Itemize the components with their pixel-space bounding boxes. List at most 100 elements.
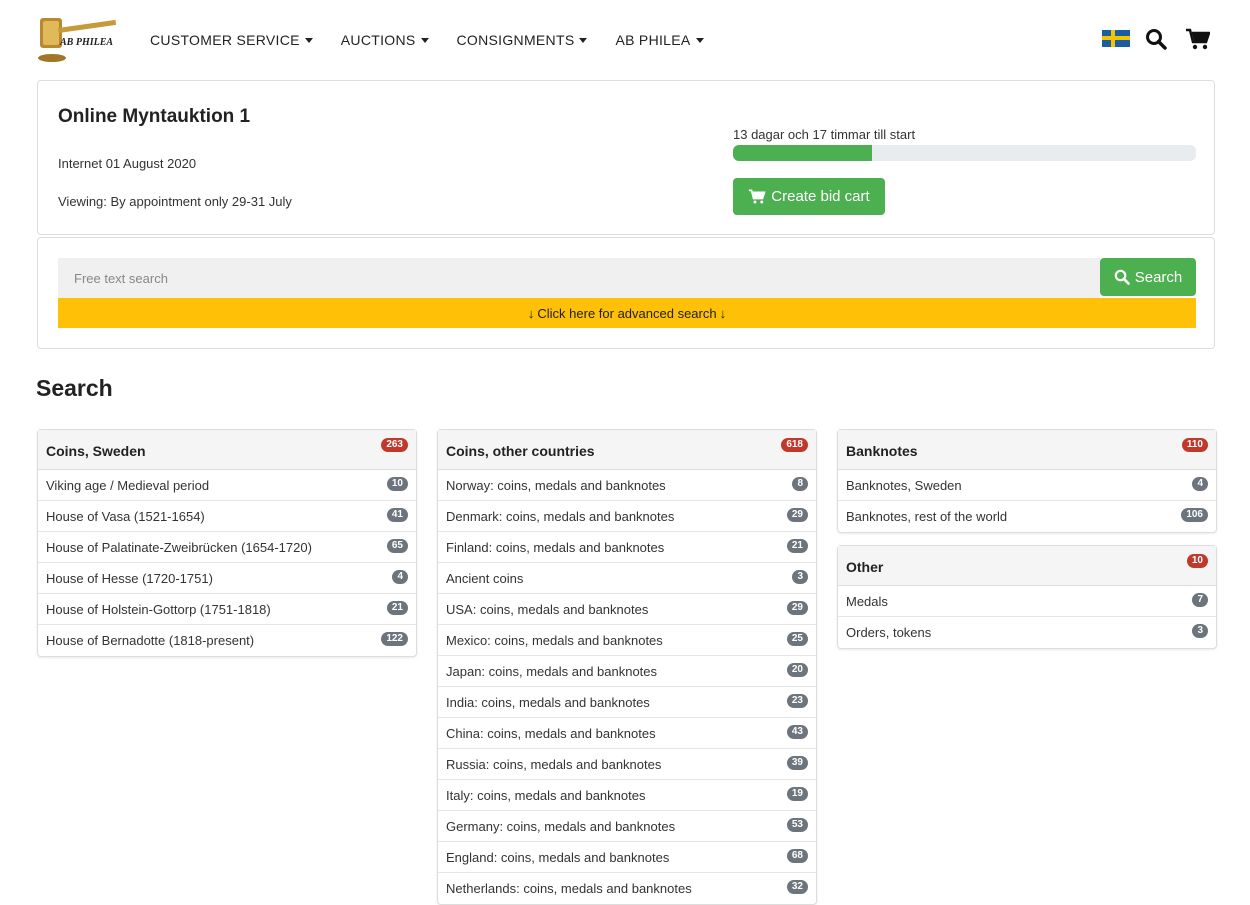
category-item-label: Viking age / Medieval period xyxy=(46,478,210,493)
category-panel-coins-sweden: Coins, Sweden 263 Viking age / Medieval … xyxy=(37,429,417,657)
category-item-label: Orders, tokens xyxy=(846,625,932,640)
category-item[interactable]: Orders, tokens 3 xyxy=(838,617,1216,648)
category-item-label: House of Bernadotte (1818-present) xyxy=(46,633,255,648)
count-badge: 19 xyxy=(786,787,808,801)
category-item-label: Ancient coins xyxy=(446,571,524,586)
category-item[interactable]: Finland: coins, medals and banknotes 21 xyxy=(438,532,816,563)
category-item-label: Norway: coins, medals and banknotes xyxy=(446,478,666,493)
category-item[interactable]: Norway: coins, medals and banknotes 8 xyxy=(438,470,816,501)
swedish-flag-icon[interactable] xyxy=(1102,30,1130,47)
progress-fill xyxy=(733,145,872,161)
countdown-progress-bar xyxy=(733,145,1196,161)
category-item[interactable]: England: coins, medals and banknotes 68 xyxy=(438,842,816,873)
category-item-label: House of Vasa (1521-1654) xyxy=(46,509,205,524)
category-item-label: Russia: coins, medals and banknotes xyxy=(446,757,662,772)
category-item-label: Denmark: coins, medals and banknotes xyxy=(446,509,675,524)
nav-customer-service[interactable]: CUSTOMER SERVICE xyxy=(150,32,313,48)
category-header[interactable]: Coins, Sweden 263 xyxy=(38,430,416,470)
category-item[interactable]: Mexico: coins, medals and banknotes 25 xyxy=(438,625,816,656)
category-item-label: England: coins, medals and banknotes xyxy=(446,850,670,865)
count-badge: 21 xyxy=(386,601,408,615)
caret-down-icon xyxy=(579,37,588,43)
category-panel-coins-other-countries: Coins, other countries 618 Norway: coins… xyxy=(437,429,817,905)
category-item[interactable]: USA: coins, medals and banknotes 29 xyxy=(438,594,816,625)
category-item-label: House of Palatinate-Zweibrücken (1654-17… xyxy=(46,540,312,555)
category-item-label: Mexico: coins, medals and banknotes xyxy=(446,633,663,648)
category-item[interactable]: Banknotes, rest of the world 106 xyxy=(838,501,1216,532)
count-badge: 25 xyxy=(786,632,808,646)
count-badge: 110 xyxy=(1181,438,1208,452)
category-item[interactable]: India: coins, medals and banknotes 23 xyxy=(438,687,816,718)
count-badge: 29 xyxy=(786,601,808,615)
caret-down-icon xyxy=(695,37,704,43)
free-text-search-input[interactable] xyxy=(58,258,1100,298)
count-badge: 3 xyxy=(792,570,808,584)
category-item-label: Germany: coins, medals and banknotes xyxy=(446,819,676,834)
category-item[interactable]: Germany: coins, medals and banknotes 53 xyxy=(438,811,816,842)
category-item[interactable]: Netherlands: coins, medals and banknotes… xyxy=(438,873,816,904)
section-title: Search xyxy=(36,375,113,401)
nav-ab-philea[interactable]: AB PHILEA xyxy=(615,32,704,48)
category-item[interactable]: House of Holstein-Gottorp (1751-1818) 21 xyxy=(38,594,416,625)
advanced-search-label: Click here for advanced search xyxy=(537,305,717,321)
nav-label: AUCTIONS xyxy=(340,32,416,48)
category-item[interactable]: China: coins, medals and banknotes 43 xyxy=(438,718,816,749)
caret-down-icon xyxy=(420,37,429,43)
count-badge: 43 xyxy=(786,725,808,739)
category-item-label: Italy: coins, medals and banknotes xyxy=(446,788,646,803)
category-header[interactable]: Coins, other countries 618 xyxy=(438,430,816,470)
auction-date: Internet 01 August 2020 xyxy=(58,156,197,171)
bid-cart-label: Create bid cart xyxy=(771,188,870,205)
count-badge: 41 xyxy=(386,508,408,522)
auction-viewing: Viewing: By appointment only 29-31 July xyxy=(58,194,292,209)
count-badge: 29 xyxy=(786,508,808,522)
logo[interactable]: AB PHILEA xyxy=(36,12,118,64)
category-title: Coins, other countries xyxy=(446,443,595,459)
cart-icon xyxy=(749,189,766,204)
category-item[interactable]: Japan: coins, medals and banknotes 20 xyxy=(438,656,816,687)
logo-text: AB PHILEA xyxy=(60,37,114,48)
category-item-label: Banknotes, Sweden xyxy=(846,478,962,493)
category-title: Banknotes xyxy=(846,443,918,459)
count-badge: 65 xyxy=(386,539,408,553)
category-item[interactable]: House of Hesse (1720-1751) 4 xyxy=(38,563,416,594)
advanced-search-toggle[interactable]: ↓ Click here for advanced search ↓ xyxy=(58,298,1196,328)
search-icon xyxy=(1114,269,1130,285)
count-badge: 20 xyxy=(786,663,808,677)
category-item[interactable]: House of Vasa (1521-1654) 41 xyxy=(38,501,416,532)
nav-consignments[interactable]: CONSIGNMENTS xyxy=(457,32,588,48)
count-badge: 10 xyxy=(386,477,408,491)
category-item-label: USA: coins, medals and banknotes xyxy=(446,602,649,617)
category-item[interactable]: Russia: coins, medals and banknotes 39 xyxy=(438,749,816,780)
cart-icon[interactable] xyxy=(1186,28,1210,50)
search-card: Search ↓ Click here for advanced search … xyxy=(37,237,1215,349)
count-badge: 68 xyxy=(786,849,808,863)
count-badge: 122 xyxy=(381,632,408,646)
category-header[interactable]: Banknotes 110 xyxy=(838,430,1216,470)
caret-down-icon xyxy=(304,37,313,43)
category-item-label: China: coins, medals and banknotes xyxy=(446,726,656,741)
category-item[interactable]: Italy: coins, medals and banknotes 19 xyxy=(438,780,816,811)
category-panel-banknotes: Banknotes 110 Banknotes, Sweden 4 Banknote… xyxy=(837,429,1217,533)
nav-auctions[interactable]: AUCTIONS xyxy=(341,32,429,48)
count-badge: 23 xyxy=(786,694,808,708)
count-badge: 263 xyxy=(381,438,408,452)
category-title: Coins, Sweden xyxy=(46,443,146,459)
category-item[interactable]: House of Bernadotte (1818-present) 122 xyxy=(38,625,416,656)
count-badge: 106 xyxy=(1181,508,1208,522)
category-item[interactable]: Banknotes, Sweden 4 xyxy=(838,470,1216,501)
category-header[interactable]: Other 10 xyxy=(838,546,1216,586)
count-badge: 4 xyxy=(1192,477,1208,491)
category-item[interactable]: Ancient coins 3 xyxy=(438,563,816,594)
search-button[interactable]: Search xyxy=(1100,258,1196,296)
create-bid-cart-button[interactable]: Create bid cart xyxy=(733,178,885,215)
category-item-label: House of Hesse (1720-1751) xyxy=(46,571,213,586)
category-item[interactable]: Medals 7 xyxy=(838,586,1216,617)
category-item[interactable]: House of Palatinate-Zweibrücken (1654-17… xyxy=(38,532,416,563)
search-icon[interactable] xyxy=(1145,28,1167,50)
category-item[interactable]: Viking age / Medieval period 10 xyxy=(38,470,416,501)
count-badge: 53 xyxy=(786,818,808,832)
category-item-label: Banknotes, rest of the world xyxy=(846,509,1008,524)
category-item[interactable]: Denmark: coins, medals and banknotes 29 xyxy=(438,501,816,532)
auction-title: Online Myntauktion 1 xyxy=(58,106,251,127)
